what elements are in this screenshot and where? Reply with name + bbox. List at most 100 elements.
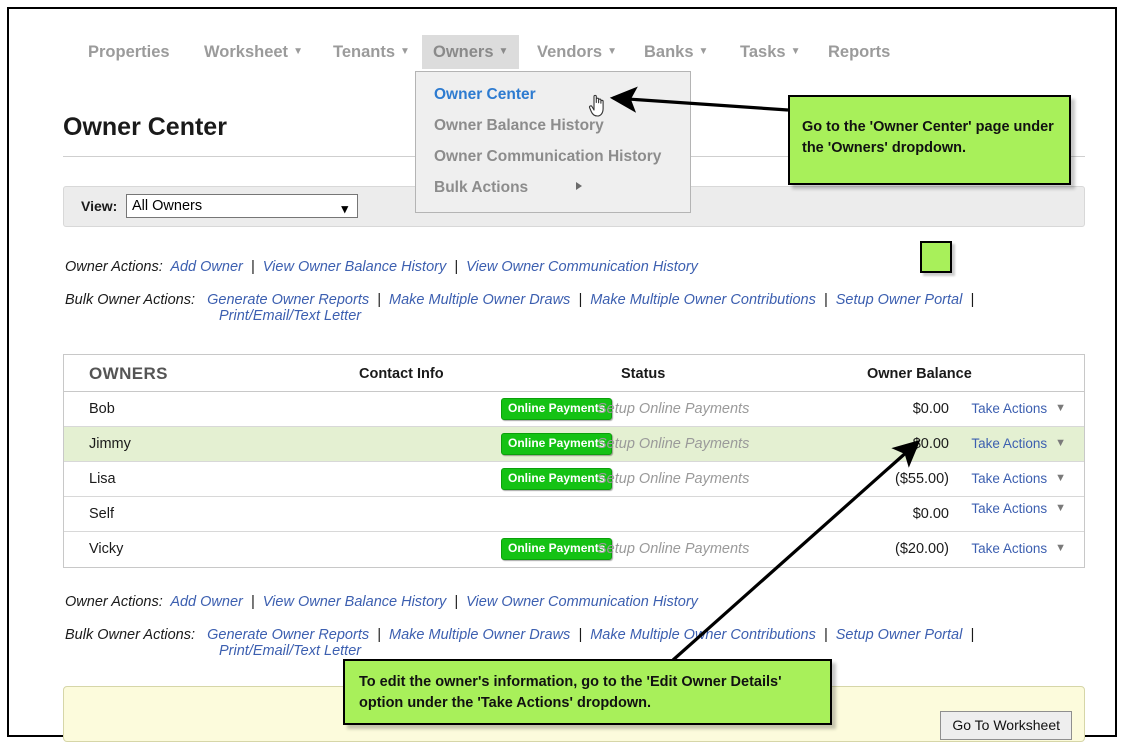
view-select[interactable]: All Owners ▾	[126, 194, 358, 218]
separator: |	[574, 292, 586, 308]
link-print-email-text-letter[interactable]: Print/Email/Text Letter	[219, 643, 361, 659]
link-view-owner-communication-history[interactable]: View Owner Communication History	[466, 259, 698, 275]
page-title: Owner Center	[63, 113, 227, 142]
menu-item-bulk-actions[interactable]: Bulk Actions	[416, 173, 690, 204]
link-view-owner-communication-history[interactable]: View Owner Communication History	[466, 594, 698, 610]
nav-item-properties[interactable]: Properties	[77, 35, 181, 69]
chevron-down-icon: ▼	[293, 35, 303, 69]
take-actions-dropdown[interactable]: Take Actions▼	[971, 541, 1066, 556]
link-make-multiple-owner-draws[interactable]: Make Multiple Owner Draws	[389, 627, 570, 643]
application-window: Properties Worksheet ▼ Tenants ▼ Owners▼ V…	[7, 7, 1117, 737]
table-row[interactable]: Self $0.00 Take Actions▼	[64, 497, 1084, 532]
owners-table: OWNERS Contact Info Status Owner Balance…	[63, 354, 1085, 568]
nav-label: Tasks	[740, 43, 786, 61]
cell-owner-name: Jimmy	[89, 436, 131, 452]
nav-item-owners[interactable]: Owners▼	[422, 35, 519, 69]
online-payments-button[interactable]: Online Payments	[501, 398, 612, 420]
chevron-down-icon: ▼	[1055, 472, 1066, 484]
cell-owner-name: Self	[89, 506, 114, 522]
menu-item-label: Owner Balance History	[434, 117, 604, 134]
link-view-owner-balance-history[interactable]: View Owner Balance History	[263, 594, 446, 610]
view-label: View:	[81, 198, 117, 214]
link-setup-owner-portal[interactable]: Setup Owner Portal	[836, 292, 963, 308]
nav-item-worksheet[interactable]: Worksheet ▼	[193, 35, 314, 69]
separator: |	[247, 594, 259, 610]
nav-label: Vendors	[537, 43, 602, 61]
chevron-down-icon: ▼	[400, 35, 410, 69]
nav-label: Worksheet	[204, 43, 288, 61]
bulk-actions-wrap-row: Print/Email/Text Letter	[65, 643, 974, 659]
nav-item-reports[interactable]: Reports	[817, 35, 901, 69]
cell-status: Setup Online Payments	[597, 401, 749, 417]
take-actions-label: Take Actions	[971, 436, 1047, 451]
link-make-multiple-owner-contributions[interactable]: Make Multiple Owner Contributions	[590, 627, 816, 643]
link-setup-owner-portal[interactable]: Setup Owner Portal	[836, 627, 963, 643]
nav-item-vendors[interactable]: Vendors ▼	[526, 35, 628, 69]
separator: |	[373, 292, 385, 308]
table-row[interactable]: Lisa Online Payments Setup Online Paymen…	[64, 462, 1084, 497]
hand-cursor-icon	[587, 89, 611, 119]
take-actions-dropdown[interactable]: Take Actions▼	[971, 436, 1066, 451]
link-make-multiple-owner-draws[interactable]: Make Multiple Owner Draws	[389, 292, 570, 308]
link-print-email-text-letter[interactable]: Print/Email/Text Letter	[219, 308, 361, 324]
take-actions-dropdown[interactable]: Take Actions ▼	[971, 471, 1066, 486]
table-header-row: OWNERS Contact Info Status Owner Balance	[64, 355, 1084, 392]
separator: |	[373, 627, 385, 643]
nav-item-tasks[interactable]: Tasks ▼	[729, 35, 811, 69]
column-header-owner-balance: Owner Balance	[867, 366, 972, 382]
nav-label: Banks	[644, 43, 694, 61]
chevron-down-icon: ▾	[341, 198, 348, 220]
link-generate-owner-reports[interactable]: Generate Owner Reports	[207, 292, 369, 308]
online-payments-button[interactable]: Online Payments	[501, 468, 612, 490]
menu-item-label: Bulk Actions	[434, 179, 528, 196]
link-add-owner[interactable]: Add Owner	[170, 259, 243, 275]
column-header-contact-info: Contact Info	[359, 366, 444, 382]
nav-label: Tenants	[333, 43, 395, 61]
menu-item-label: Owner Communication History	[434, 148, 661, 165]
chevron-down-icon: ▼	[791, 35, 801, 69]
cell-status: Setup Online Payments	[597, 541, 749, 557]
take-actions-dropdown[interactable]: Take Actions ▼	[971, 401, 1066, 416]
separator: |	[247, 259, 259, 275]
bulk-owner-actions-top: Bulk Owner Actions: Generate Owner Repor…	[65, 292, 974, 324]
chevron-down-icon: ▼	[607, 35, 617, 69]
go-to-worksheet-button[interactable]: Go To Worksheet	[940, 711, 1072, 740]
cell-owner-balance: ($55.00)	[895, 471, 949, 487]
online-payments-button[interactable]: Online Payments	[501, 538, 612, 560]
column-header-owners: OWNERS	[89, 364, 168, 384]
nav-label: Properties	[88, 43, 170, 61]
menu-item-owner-center[interactable]: Owner Center	[416, 80, 690, 111]
main-navigation: Properties Worksheet ▼ Tenants ▼ Owners▼ V…	[9, 35, 1115, 69]
take-actions-label: Take Actions	[971, 471, 1047, 486]
bulk-owner-actions-label: Bulk Owner Actions:	[65, 292, 195, 308]
nav-item-banks[interactable]: Banks ▼	[633, 35, 719, 69]
separator: |	[450, 594, 462, 610]
owners-dropdown-menu: Owner Center Owner Balance History Owner…	[415, 71, 691, 213]
chevron-down-icon: ▼	[699, 35, 709, 69]
cell-owner-name: Bob	[89, 401, 115, 417]
nav-item-tenants[interactable]: Tenants ▼	[322, 35, 421, 69]
online-payments-button[interactable]: Online Payments	[501, 433, 612, 455]
separator: |	[966, 292, 974, 308]
owner-actions-label: Owner Actions:	[65, 594, 163, 610]
table-row[interactable]: Bob Online Payments Setup Online Payment…	[64, 392, 1084, 427]
separator: |	[820, 627, 832, 643]
owner-actions-bottom: Owner Actions: Add Owner | View Owner Ba…	[65, 594, 698, 610]
separator: |	[966, 627, 974, 643]
link-make-multiple-owner-contributions[interactable]: Make Multiple Owner Contributions	[590, 292, 816, 308]
chevron-down-icon: ▼	[1055, 402, 1066, 414]
table-row[interactable]: Jimmy Online Payments Setup Online Payme…	[64, 427, 1084, 462]
link-generate-owner-reports[interactable]: Generate Owner Reports	[207, 627, 369, 643]
menu-item-owner-balance-history[interactable]: Owner Balance History	[416, 111, 690, 142]
menu-item-owner-communication-history[interactable]: Owner Communication History	[416, 142, 690, 173]
submenu-arrow-icon	[576, 182, 582, 190]
link-add-owner[interactable]: Add Owner	[170, 594, 243, 610]
bulk-actions-wrap-row: Print/Email/Text Letter	[65, 308, 974, 324]
table-row[interactable]: Vicky Online Payments Setup Online Payme…	[64, 532, 1084, 567]
take-actions-label: Take Actions	[971, 401, 1047, 416]
cell-owner-balance: $0.00	[913, 401, 949, 417]
take-actions-dropdown[interactable]: Take Actions▼	[971, 501, 1066, 516]
owner-actions-top: Owner Actions: Add Owner | View Owner Ba…	[65, 259, 698, 275]
cell-owner-name: Lisa	[89, 471, 116, 487]
link-view-owner-balance-history[interactable]: View Owner Balance History	[263, 259, 446, 275]
